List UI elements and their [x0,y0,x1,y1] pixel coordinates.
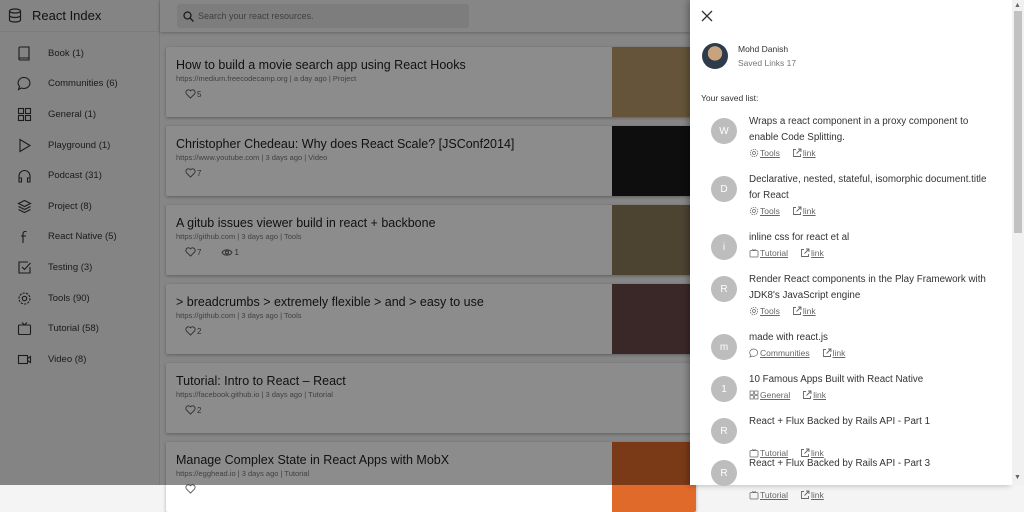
tag-link[interactable]: Tools [749,306,780,316]
scrollbar[interactable]: ▲ ▼ [1012,0,1024,485]
saved-item-title: 10 Famous Apps Built with React Native [749,374,924,385]
external-link-icon [803,390,812,399]
saved-item-title: React + Flux Backed by Rails API - Part … [749,416,931,427]
external-link-icon [792,306,802,315]
item-avatar: R [711,460,737,486]
saved-item-title: Wraps a react component in a proxy compo… [749,116,969,143]
saved-item-title: inline css for react et al [749,232,850,243]
tag-link[interactable]: Tools [749,206,780,216]
saved-item-title: React + Flux Backed by Rails API - Part … [749,458,931,469]
external-link-icon [801,490,810,499]
external-link-icon [801,248,810,257]
tag-link[interactable]: Tutorial [749,248,788,258]
external-link[interactable]: link [792,148,816,158]
tag-link[interactable]: Tools [749,148,780,158]
tv-icon [749,490,759,500]
saved-list-heading: Your saved list: [701,93,759,103]
external-link[interactable]: link [800,490,824,500]
chat-icon [749,348,758,358]
external-link[interactable]: link [800,248,824,258]
item-avatar: m [711,334,737,360]
item-avatar: R [711,418,737,444]
saved-item-title: made with react.js [749,332,828,343]
external-link-icon [822,348,832,357]
grid-icon [749,390,759,400]
item-avatar: D [711,176,737,202]
tv-icon [749,248,759,258]
gear-icon [749,148,759,158]
gear-icon [749,206,759,216]
saved-item-title: Render React components in the Play Fram… [749,274,986,301]
avatar [702,43,728,69]
close-icon[interactable] [701,10,713,22]
gear-icon [749,306,759,316]
modal-backdrop[interactable] [0,0,690,485]
item-avatar: W [711,118,737,144]
scrollbar-thumb[interactable] [1014,11,1022,233]
item-avatar: R [711,276,737,302]
saved-item-title: Declarative, nested, stateful, isomorphi… [749,174,987,201]
tag-link[interactable]: General [749,390,790,400]
external-link[interactable]: link [802,390,826,400]
user-name: Mohd Danish [738,44,789,54]
scroll-down-icon[interactable]: ▼ [1014,474,1021,481]
item-avatar: 1 [711,376,737,402]
heart-icon[interactable] [185,484,196,494]
external-link[interactable]: link [822,348,845,358]
external-link[interactable]: link [792,306,816,316]
item-avatar: i [711,234,737,260]
external-link-icon [792,206,802,215]
scroll-up-icon[interactable]: ▲ [1014,2,1021,9]
saved-links-count: Saved Links 17 [738,58,797,68]
tag-link[interactable]: Tutorial [749,490,788,500]
tag-link[interactable]: Communities [749,348,810,358]
external-link-icon [792,148,802,157]
external-link[interactable]: link [792,206,816,216]
saved-links-drawer: Mohd Danish Saved Links 17 Your saved li… [690,0,1012,500]
